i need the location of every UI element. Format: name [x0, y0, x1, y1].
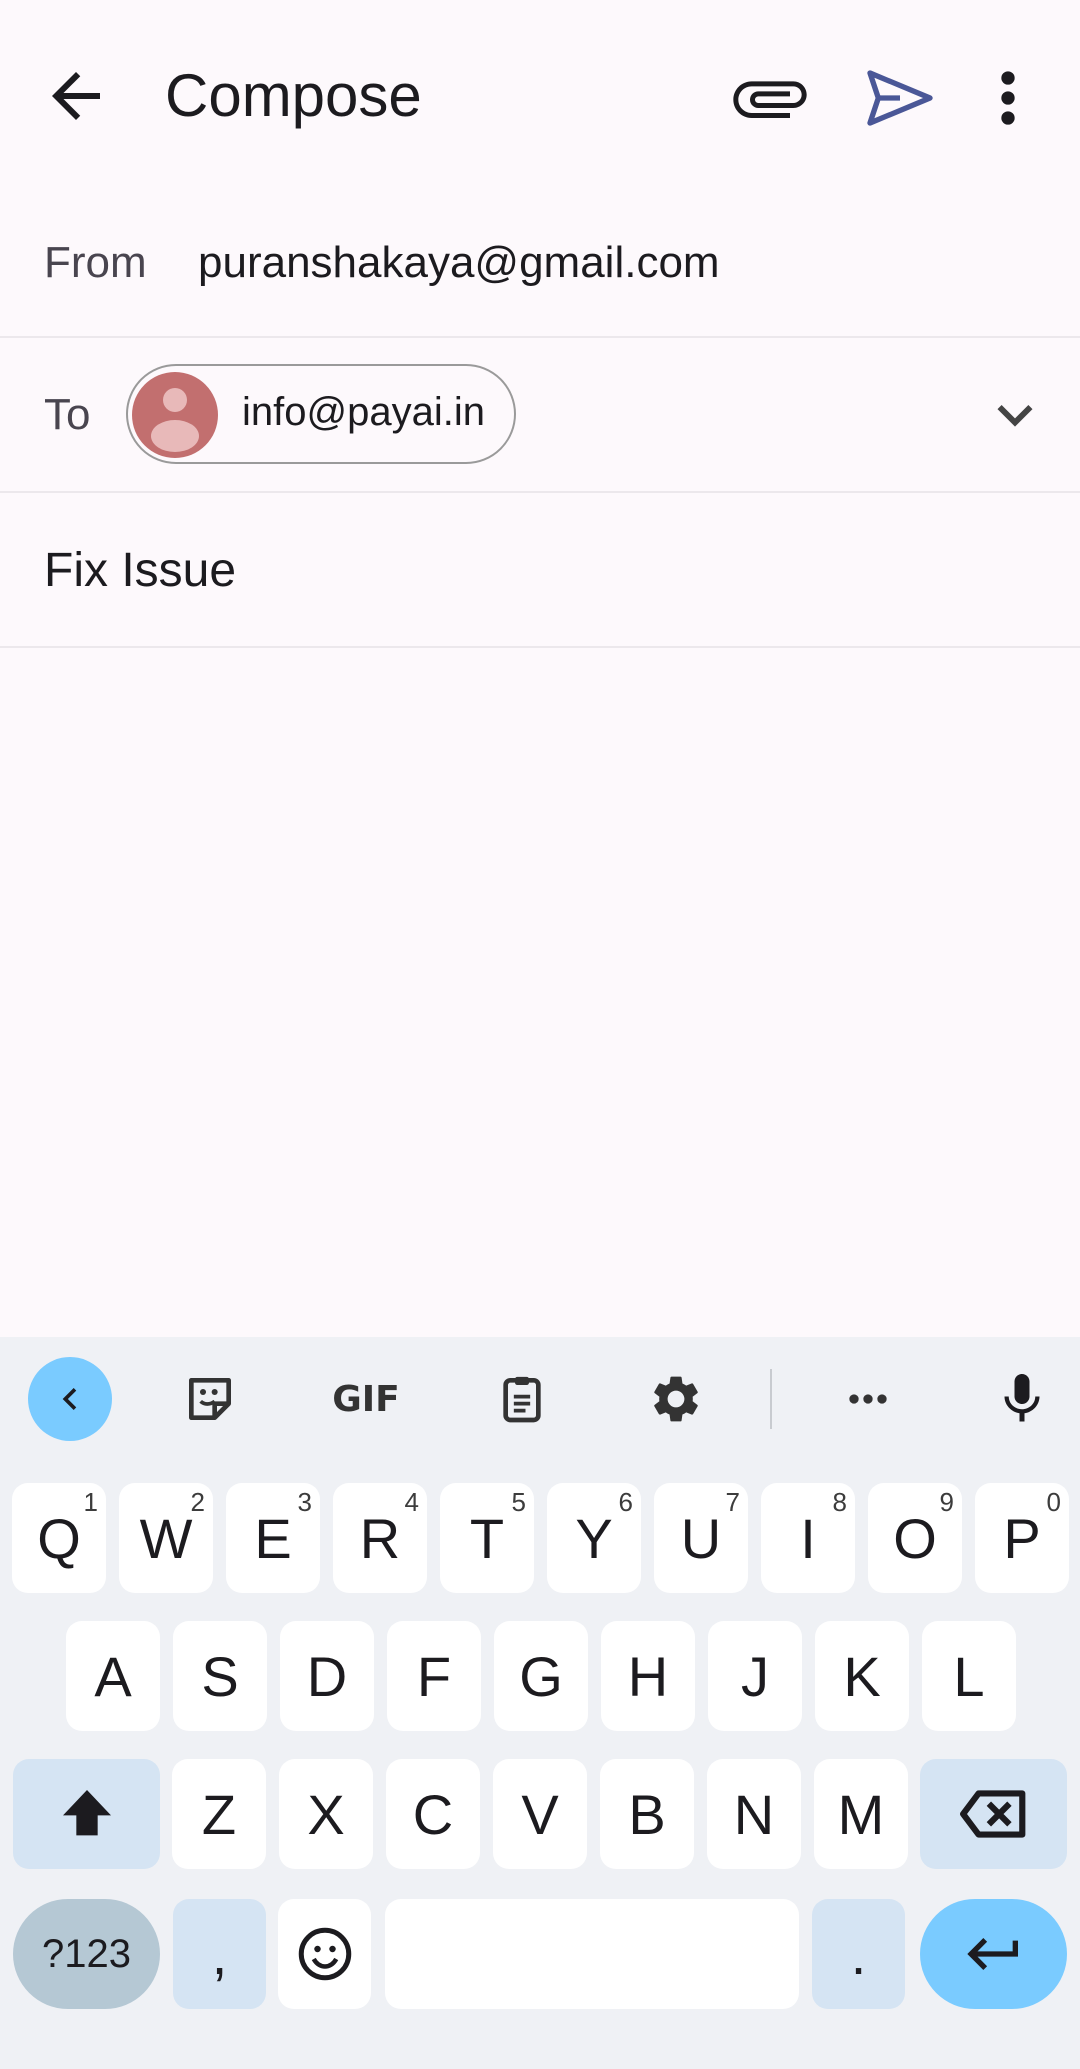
recipient-email: info@payai.in [242, 390, 485, 434]
subject-row: Fix Issue [0, 493, 1080, 648]
from-address[interactable]: puranshakaya@gmail.com [198, 238, 720, 288]
key-l[interactable]: L [922, 1621, 1016, 1731]
key-t[interactable]: T5 [440, 1483, 534, 1593]
collapse-icon[interactable] [28, 1357, 112, 1441]
key-label: I [800, 1506, 816, 1570]
gif-label: GIF [332, 1378, 400, 1420]
avatar [132, 372, 218, 458]
soft-keyboard: GIF Q1W2E3R4T5Y6U7I8O9P0 ASDFGHJKL ZXCVB… [0, 1337, 1080, 2069]
sticker-icon[interactable] [168, 1357, 252, 1441]
key-label: O [893, 1506, 937, 1570]
emoji-key[interactable] [278, 1899, 371, 2009]
key-e[interactable]: E3 [226, 1483, 320, 1593]
to-row: To info@payai.in [0, 338, 1080, 493]
from-row: From puranshakaya@gmail.com [0, 200, 1080, 338]
top-app-bar: Compose [0, 0, 1080, 190]
back-arrow-icon[interactable] [40, 60, 112, 132]
from-label: From [44, 238, 147, 287]
key-hint: 1 [83, 1487, 98, 1517]
key-x[interactable]: X [279, 1759, 373, 1869]
mic-icon[interactable] [980, 1357, 1064, 1441]
body-input[interactable] [0, 650, 1080, 1330]
key-h[interactable]: H [601, 1621, 695, 1731]
toolbar-divider [770, 1369, 772, 1429]
key-m[interactable]: M [814, 1759, 908, 1869]
enter-key[interactable] [920, 1899, 1067, 2009]
more-horiz-icon[interactable] [826, 1357, 910, 1441]
attachment-icon[interactable] [730, 58, 810, 138]
key-label: W [139, 1506, 193, 1570]
period-key[interactable]: . [812, 1899, 905, 2009]
gif-icon[interactable]: GIF [324, 1357, 408, 1441]
key-label: E [254, 1506, 292, 1570]
to-label: To [44, 390, 91, 439]
subject-input[interactable]: Fix Issue [44, 543, 236, 598]
key-hint: 5 [511, 1487, 526, 1517]
key-label: R [359, 1506, 401, 1570]
key-c[interactable]: C [386, 1759, 480, 1869]
chevron-down-icon[interactable] [980, 380, 1050, 450]
key-j[interactable]: J [708, 1621, 802, 1731]
key-z[interactable]: Z [172, 1759, 266, 1869]
key-hint: 3 [297, 1487, 312, 1517]
clipboard-icon[interactable] [480, 1357, 564, 1441]
key-f[interactable]: F [387, 1621, 481, 1731]
key-w[interactable]: W2 [119, 1483, 213, 1593]
key-hint: 7 [725, 1487, 740, 1517]
keyboard-toolbar: GIF [0, 1337, 1080, 1457]
key-q[interactable]: Q1 [12, 1483, 106, 1593]
key-u[interactable]: U7 [654, 1483, 748, 1593]
key-hint: 0 [1046, 1487, 1061, 1517]
key-hint: 2 [190, 1487, 205, 1517]
key-y[interactable]: Y6 [547, 1483, 641, 1593]
key-i[interactable]: I8 [761, 1483, 855, 1593]
key-hint: 8 [832, 1487, 847, 1517]
key-k[interactable]: K [815, 1621, 909, 1731]
key-hint: 9 [939, 1487, 954, 1517]
key-label: U [680, 1506, 722, 1570]
key-n[interactable]: N [707, 1759, 801, 1869]
settings-icon[interactable] [634, 1357, 718, 1441]
shift-key[interactable] [13, 1759, 160, 1869]
key-a[interactable]: A [66, 1621, 160, 1731]
backspace-key[interactable] [920, 1759, 1067, 1869]
key-label: P [1003, 1506, 1041, 1570]
key-o[interactable]: O9 [868, 1483, 962, 1593]
more-vert-icon[interactable] [980, 58, 1036, 138]
key-label: T [469, 1506, 505, 1570]
key-b[interactable]: B [600, 1759, 694, 1869]
key-r[interactable]: R4 [333, 1483, 427, 1593]
recipient-chip[interactable]: info@payai.in [126, 364, 516, 464]
key-p[interactable]: P0 [975, 1483, 1069, 1593]
send-icon[interactable] [860, 58, 940, 138]
key-label: Q [37, 1506, 81, 1570]
key-hint: 6 [618, 1487, 633, 1517]
key-v[interactable]: V [493, 1759, 587, 1869]
key-g[interactable]: G [494, 1621, 588, 1731]
key-hint: 4 [404, 1487, 419, 1517]
key-label: Y [575, 1506, 613, 1570]
key-s[interactable]: S [173, 1621, 267, 1731]
numbers-key[interactable]: ?123 [13, 1899, 160, 2009]
space-key[interactable] [385, 1899, 799, 2009]
comma-key[interactable]: , [173, 1899, 266, 2009]
page-title: Compose [165, 62, 422, 129]
key-d[interactable]: D [280, 1621, 374, 1731]
